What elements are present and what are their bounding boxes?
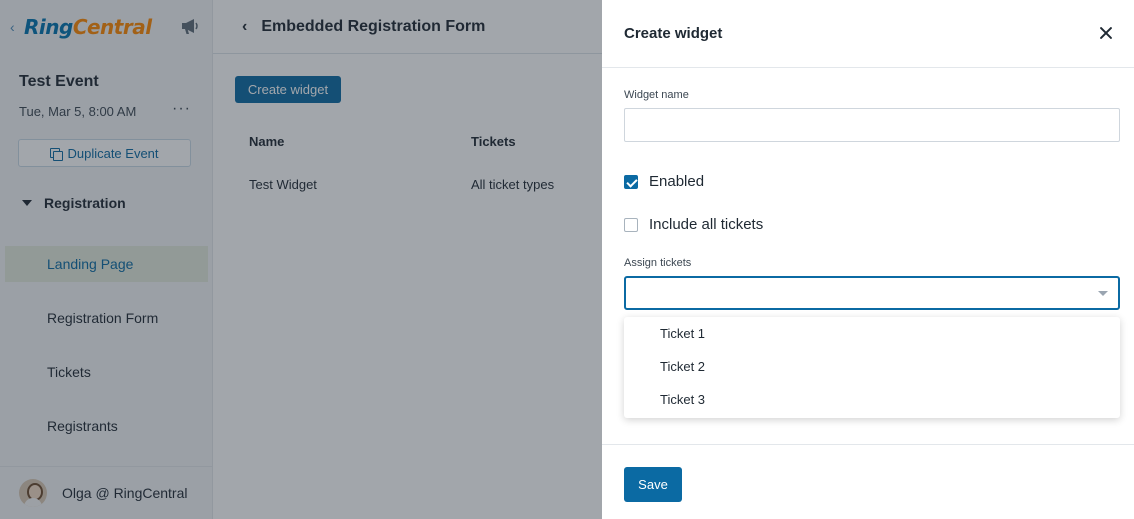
drawer-title: Create widget (624, 25, 723, 42)
enabled-checkbox[interactable] (624, 174, 638, 189)
widget-name-label: Widget name (624, 89, 689, 101)
ticket-options-dropdown: Ticket 1 Ticket 2 Ticket 3 (624, 317, 1120, 418)
create-widget-drawer: Create widget Widget name Enabled Includ… (602, 0, 1134, 519)
drawer-footer: Save (602, 444, 1134, 519)
ticket-option[interactable]: Ticket 2 (624, 350, 1120, 383)
include-all-tickets-checkbox[interactable] (624, 217, 638, 232)
widget-name-input[interactable] (624, 108, 1120, 142)
ticket-option[interactable]: Ticket 3 (624, 383, 1120, 416)
modal-overlay[interactable] (0, 0, 602, 519)
include-all-tickets-label: Include all tickets (649, 216, 764, 233)
ticket-option[interactable]: Ticket 1 (624, 317, 1120, 350)
include-all-tickets-row[interactable]: Include all tickets (624, 216, 763, 233)
enabled-label: Enabled (649, 173, 705, 190)
save-button[interactable]: Save (624, 467, 682, 502)
drawer-header: Create widget (602, 0, 1134, 68)
assign-tickets-select[interactable] (624, 276, 1120, 310)
assign-tickets-label: Assign tickets (624, 257, 692, 269)
chevron-down-icon[interactable] (1098, 291, 1108, 296)
close-icon[interactable] (1098, 25, 1114, 41)
enabled-checkbox-row[interactable]: Enabled (624, 173, 704, 190)
